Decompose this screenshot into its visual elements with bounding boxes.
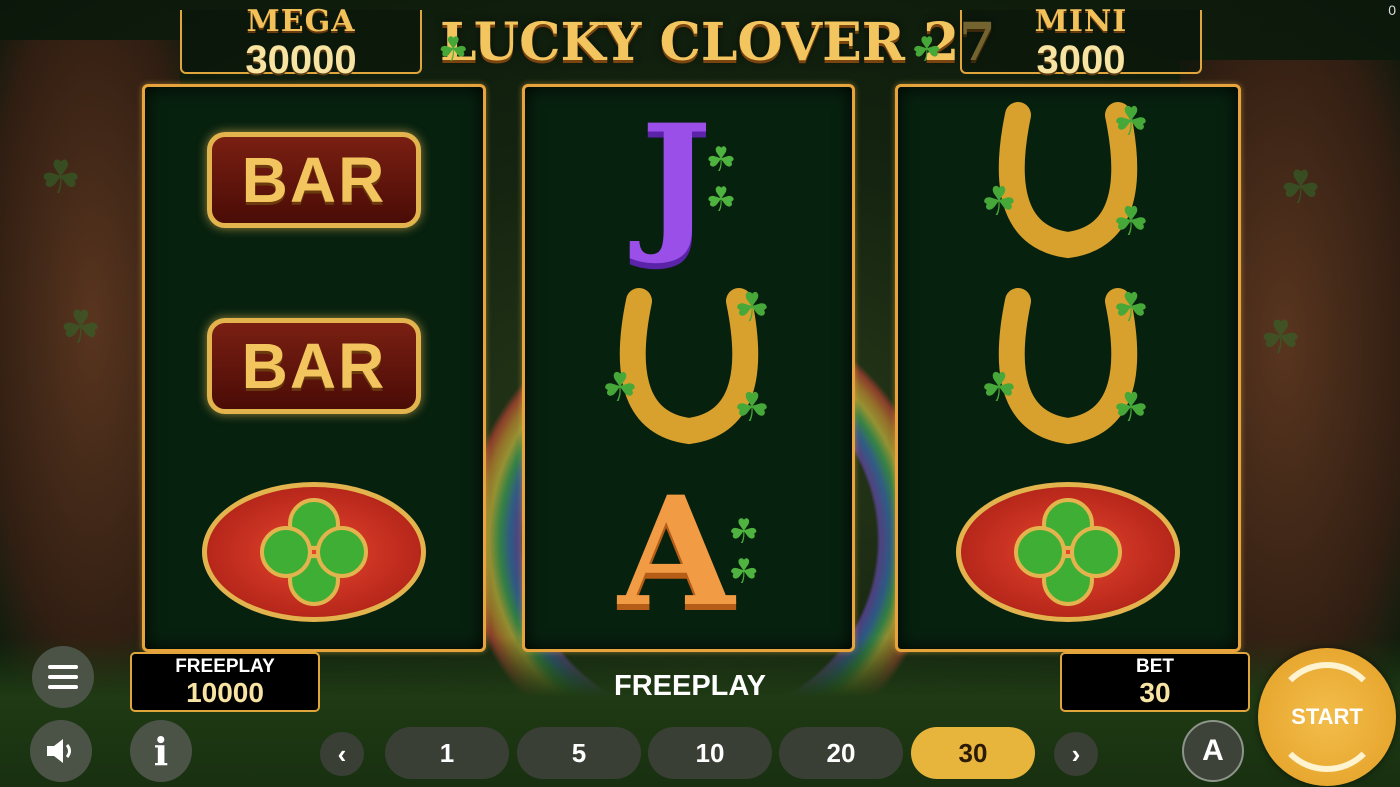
bet-option-20[interactable]: 20 [779,727,903,779]
letter-j-symbol: J [640,92,712,268]
sound-button[interactable] [30,720,92,782]
four-leaf-clover-icon [260,498,368,606]
info-icon: i [153,728,169,774]
chevron-right-icon: › [1071,738,1081,769]
svg-text:☘: ☘ [1113,386,1149,430]
bet-panel: BET 30 [1060,652,1250,712]
mega-jackpot-value: 30000 [245,38,357,82]
reel-symbol: A ☘ ☘ [525,459,852,645]
mega-jackpot-label: MEGA [246,4,356,39]
mini-jackpot-value: 3000 [1036,38,1126,82]
bet-option-1[interactable]: 1 [385,727,509,779]
clover-icon: ☘ ☘ [705,141,737,219]
clover-icon: ☘ ☘ [728,513,759,591]
svg-text:☘: ☘ [1113,100,1149,144]
speaker-icon [47,739,71,763]
bet-increase-button[interactable]: › [1054,732,1098,776]
svg-text:☘: ☘ [981,180,1017,224]
bet-value: 30 [1139,677,1171,708]
reel-symbol: ☘ ☘ ☘ [898,273,1238,459]
game-title: LUCKY CLOVER 27 [440,12,996,73]
info-button[interactable]: i [130,720,192,782]
bar-symbol: BAR [207,132,421,228]
clover-icon: ☘ [438,31,469,69]
game-logo: ☘ LUCKY CLOVER 27 ☘ [438,6,996,80]
mini-jackpot: MINI 3000 [960,4,1202,80]
mega-jackpot: MEGA 30000 [180,4,422,80]
autoplay-button[interactable]: A [1182,720,1244,782]
svg-text:☘: ☘ [602,366,638,410]
menu-button[interactable] [32,646,94,708]
reel-symbol: BAR [145,273,483,459]
svg-text:☘: ☘ [1113,200,1149,244]
svg-text:☘: ☘ [1113,286,1149,330]
svg-text:☘: ☘ [734,386,770,430]
svg-text:☘: ☘ [734,286,770,330]
reel-symbol: ☘ ☘ ☘ [525,273,852,459]
letter-a-symbol: A [618,464,735,640]
start-spin-button[interactable]: START [1258,648,1396,786]
freeplay-label: FREEPLAY [175,656,275,677]
mini-jackpot-label: MINI [1034,4,1128,39]
bet-label: BET [1136,656,1174,677]
reel-2: J ☘ ☘ ☘ ☘ ☘ A ☘ ☘ [522,84,855,652]
bet-decrease-button[interactable]: ‹ [320,732,364,776]
corner-counter: 0 [1388,2,1396,18]
bar-symbol: BAR [207,318,421,414]
reel-3: ☘ ☘ ☘ ☘ ☘ ☘ [895,84,1241,652]
reel-symbol [145,459,483,645]
clover-icon: ☘ [911,31,942,69]
clover-decoration: ☘ [1260,311,1302,363]
bet-option-5[interactable]: 5 [517,727,641,779]
bet-option-10[interactable]: 10 [648,727,772,779]
reel-symbol: J ☘ ☘ [525,87,852,273]
horseshoe-icon: ☘ ☘ ☘ [981,100,1149,259]
autoplay-icon: A [1202,734,1224,767]
reel-symbol: BAR [145,87,483,273]
four-leaf-clover-icon [1014,498,1122,606]
clover-decoration: ☘ [1280,161,1322,213]
reel-symbol: ☘ ☘ ☘ [898,87,1238,273]
clover-symbol [956,482,1180,622]
hamburger-icon [48,665,78,689]
freeplay-balance-panel: FREEPLAY 10000 [130,652,320,712]
freeplay-value: 10000 [186,677,264,708]
svg-text:☘: ☘ [981,366,1017,410]
reel-1: BAR BAR [142,84,486,652]
status-message: FREEPLAY [613,670,767,702]
clover-decoration: ☘ [40,151,82,203]
start-label: START [1291,704,1363,729]
horseshoe-icon: ☘ ☘ ☘ [981,286,1149,445]
chevron-left-icon: ‹ [337,738,347,769]
clover-decoration: ☘ [60,301,102,353]
clover-symbol [202,482,426,622]
reel-symbol [898,459,1238,645]
bet-option-30[interactable]: 30 [911,727,1035,779]
horseshoe-icon: ☘ ☘ ☘ [602,286,770,445]
